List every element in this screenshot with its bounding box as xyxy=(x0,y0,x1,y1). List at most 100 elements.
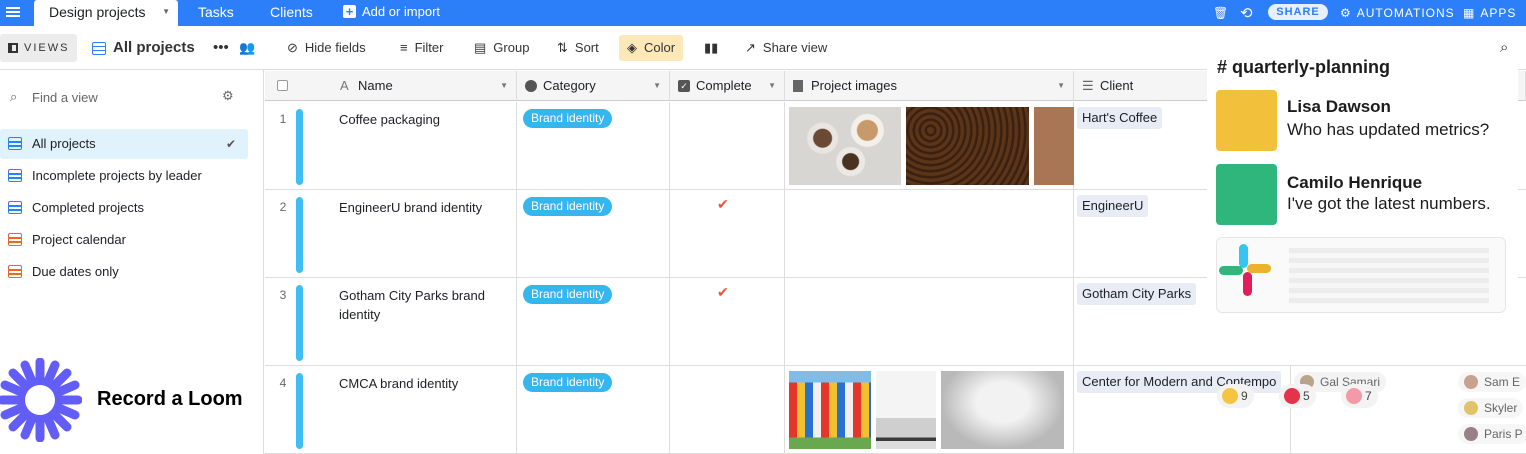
avatar xyxy=(1216,164,1277,225)
reaction-raised-hands[interactable]: 9 xyxy=(1217,384,1254,408)
chevron-down-icon[interactable]: ▼ xyxy=(500,71,508,101)
avatar xyxy=(1464,401,1478,415)
add-import-label: Add or import xyxy=(362,4,441,19)
collaborators-icon[interactable]: 👥 xyxy=(239,26,255,70)
coffee-beans-image[interactable] xyxy=(906,107,1029,185)
group-label: Group xyxy=(493,40,530,55)
reaction-count: 7 xyxy=(1365,389,1372,403)
project-name: Coffee packaging xyxy=(339,112,440,127)
group-icon: ▤ xyxy=(474,40,487,55)
sort-icon: ⇅ xyxy=(557,40,568,55)
group-button[interactable]: ▤ Group xyxy=(474,26,529,70)
sidebar-item-due-dates[interactable]: Due dates only xyxy=(0,257,248,287)
search-icon: ⌕ xyxy=(10,89,18,104)
checkmark-icon: ✔ xyxy=(717,284,729,300)
chevron-down-icon[interactable]: ▼ xyxy=(768,71,776,101)
sidebar-item-completed-projects[interactable]: Completed projects xyxy=(0,193,248,223)
apps-button[interactable]: ▦ APPS xyxy=(1463,0,1516,26)
automations-label: AUTOMATIONS xyxy=(1356,6,1455,20)
sort-button[interactable]: ⇅ Sort xyxy=(557,26,599,70)
complete-cell[interactable] xyxy=(670,366,785,454)
link-preview-card xyxy=(1216,237,1506,313)
column-label: Category xyxy=(543,78,596,93)
museum-facade-image[interactable] xyxy=(789,371,871,449)
trash-icon[interactable]: 🗑 xyxy=(1213,0,1229,26)
column-label: Client xyxy=(1100,78,1134,93)
link-field-icon: ☰ xyxy=(1082,78,1094,93)
reaction-brain[interactable]: 7 xyxy=(1341,384,1378,408)
share-button[interactable]: SHARE xyxy=(1268,4,1328,20)
sidebar-item-project-calendar[interactable]: Project calendar xyxy=(0,225,248,255)
chevron-down-icon[interactable]: ▼ xyxy=(162,0,170,24)
checkmark-icon: ✔ xyxy=(717,196,729,212)
more-options-icon[interactable]: ••• xyxy=(213,26,229,70)
hide-icon: ⊘ xyxy=(287,40,298,55)
sidebar-item-label: Project calendar xyxy=(32,232,126,247)
images-cell[interactable] xyxy=(785,278,1074,366)
views-toggle-button[interactable]: VIEWS xyxy=(0,34,77,62)
loom-icon xyxy=(0,358,82,442)
current-view-name[interactable]: All projects xyxy=(92,26,195,70)
gear-icon[interactable]: ⚙ xyxy=(222,88,234,104)
target-icon xyxy=(1284,388,1300,404)
automations-icon: ⚙ xyxy=(1340,6,1352,20)
channel-name: # quarterly-planning xyxy=(1217,57,1391,77)
select-all-checkbox[interactable] xyxy=(277,80,288,91)
menu-icon[interactable] xyxy=(6,5,20,19)
preview-thumbnail xyxy=(1289,248,1489,304)
hide-fields-button[interactable]: ⊘ Hide fields xyxy=(287,26,366,70)
column-header-name[interactable]: A Name ▼ xyxy=(265,71,517,101)
person-name: Sam E xyxy=(1484,375,1521,389)
complete-cell[interactable] xyxy=(670,102,785,190)
client-chip: Gotham City Parks xyxy=(1077,283,1197,305)
color-button[interactable]: ◈ Color xyxy=(619,35,684,61)
gallery-visitor-image[interactable] xyxy=(941,371,1064,449)
history-icon[interactable]: ⟲ xyxy=(1240,0,1254,26)
reaction-count: 9 xyxy=(1241,389,1248,403)
find-view-input[interactable]: ⌕ Find a view ⚙ xyxy=(0,84,250,110)
current-view-label: All projects xyxy=(113,39,195,56)
images-cell[interactable] xyxy=(785,190,1074,278)
project-name: Gotham City Parks brand identity xyxy=(339,288,485,322)
column-header-complete[interactable]: ✓ Complete ▼ xyxy=(670,71,785,101)
sidebar-item-all-projects[interactable]: All projects ✔ xyxy=(0,129,248,159)
sidebar-item-incomplete-by-leader[interactable]: Incomplete projects by leader xyxy=(0,161,248,191)
avatar xyxy=(1464,375,1478,389)
tab-clients[interactable]: Clients xyxy=(270,0,313,26)
column-label: Complete xyxy=(696,78,752,93)
apps-icon: ▦ xyxy=(1463,6,1476,20)
tab-design-projects[interactable]: Design projects ▼ xyxy=(34,0,178,26)
person-chip: Skyler xyxy=(1458,398,1524,418)
raised-hands-icon xyxy=(1222,388,1238,404)
share-view-label: Share view xyxy=(762,40,828,55)
reaction-target[interactable]: 5 xyxy=(1279,384,1316,408)
apps-label: APPS xyxy=(1480,6,1517,20)
kraft-paper-image[interactable] xyxy=(1034,107,1074,185)
share-view-button[interactable]: ↗ Share view xyxy=(745,26,827,70)
color-label: Color xyxy=(644,40,676,55)
row-height-icon[interactable]: ▮▮ xyxy=(704,26,718,70)
coffee-cups-image[interactable] xyxy=(789,107,901,185)
reaction-count: 5 xyxy=(1303,389,1310,403)
person-name: Paris P xyxy=(1484,427,1523,441)
grid-view-icon xyxy=(8,201,22,214)
add-import-button[interactable]: + Add or import xyxy=(343,0,440,26)
chevron-down-icon[interactable]: ▼ xyxy=(1057,71,1065,101)
checkbox-field-icon: ✓ xyxy=(678,80,690,92)
record-loom-button[interactable]: Record a Loom xyxy=(0,358,260,442)
table-row[interactable]: 4 CMCA brand identity Brand identity Cen… xyxy=(265,366,1526,454)
person-chip: Sam E xyxy=(1458,372,1526,392)
column-header-project-images[interactable]: Project images ▼ xyxy=(785,71,1074,101)
filter-button[interactable]: ≡ Filter xyxy=(400,26,443,70)
tab-tasks[interactable]: Tasks xyxy=(198,0,234,26)
slack-overlay: # quarterly-planning Lisa Dawson Who has… xyxy=(1207,57,1518,408)
chevron-down-icon[interactable]: ▼ xyxy=(653,71,661,101)
views-label: VIEWS xyxy=(24,42,70,54)
views-sidebar: ⌕ Find a view ⚙ All projects ✔ Incomplete… xyxy=(0,70,264,454)
column-header-category[interactable]: Category ▼ xyxy=(517,71,670,101)
filter-label: Filter xyxy=(414,40,444,55)
gallery-bench-image[interactable] xyxy=(876,371,936,449)
sidebar-item-label: All projects xyxy=(32,136,96,151)
automations-button[interactable]: ⚙ AUTOMATIONS xyxy=(1340,0,1455,26)
category-pill: Brand identity xyxy=(523,285,613,304)
